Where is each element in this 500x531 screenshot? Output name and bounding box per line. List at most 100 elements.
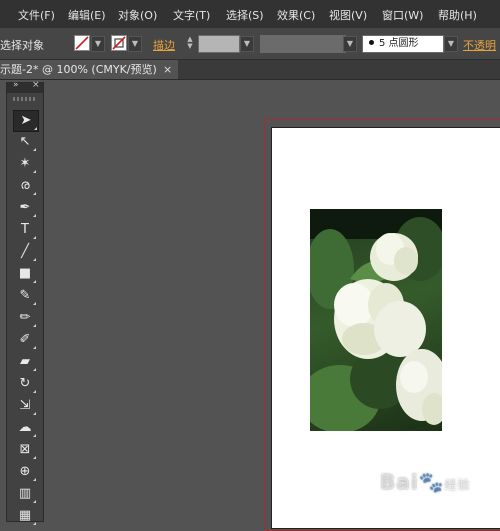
flyout-indicator-icon [33,390,36,393]
flyout-indicator-icon [33,148,36,151]
fill-color-swatch[interactable] [74,35,90,51]
no-fill-icon [75,36,89,50]
document-tab-title: 示题-2* @ 100% (CMYK/预览) [0,63,157,76]
rotate-icon: ↻ [19,376,31,391]
pen-tool[interactable]: ✒ [13,198,37,218]
graph-icon: ▥ [18,486,32,501]
flyout-indicator-icon [33,522,36,525]
brush-dot-icon [369,40,374,45]
paintbrush-icon: ✎ [19,288,31,303]
flyout-indicator-icon [33,324,36,327]
rectangle-icon: ■ [18,266,32,281]
menu-window[interactable]: 窗口(W) [382,7,423,23]
menu-view[interactable]: 视图(V) [329,7,367,23]
eraser-icon: ▰ [20,354,30,369]
blob-brush-tool[interactable]: ✐ [13,330,37,350]
type-icon: T [21,222,29,237]
placed-flower-image[interactable] [310,209,442,431]
flyout-indicator-icon [33,280,36,283]
direct-selection-tool[interactable]: ↖ [13,132,37,152]
profile-dropdown-arrow[interactable]: ▼ [343,36,357,52]
scale-icon: ⇲ [19,398,31,413]
menu-help[interactable]: 帮助(H) [438,7,477,23]
pencil-icon: ✏ [19,310,31,325]
flyout-indicator-icon [33,302,36,305]
flyout-indicator-icon [33,236,36,239]
collapse-panel-icon[interactable]: » [13,80,19,90]
menu-edit[interactable]: 编辑(E) [68,7,106,23]
stroke-label[interactable]: 描边 [153,37,175,53]
document-tab-bar: 示题-2* @ 100% (CMYK/预览) × [0,60,500,80]
selection-tool[interactable]: ➤ [13,110,39,132]
stroke-color-swatch[interactable] [111,35,127,51]
watermark: Bai🐾经验 [380,470,471,494]
mesh-tool[interactable]: ▦ [13,506,37,526]
line-tool[interactable]: ╱ [13,242,37,262]
shape-builder-tool[interactable]: ⊕ [13,462,37,482]
flyout-indicator-icon [33,192,36,195]
stroke-weight-dropdown[interactable]: ▼ [240,36,254,52]
magic-wand-tool[interactable]: ✶ [13,154,37,174]
no-stroke-icon [112,36,126,50]
rectangle-tool[interactable]: ■ [13,264,37,284]
lasso-icon: ര [20,178,30,193]
flyout-indicator-icon [33,214,36,217]
mesh-icon: ▦ [18,508,32,523]
stroke-weight-input[interactable] [198,35,240,53]
pencil-tool[interactable]: ✏ [13,308,37,328]
tools-panel-header[interactable]: » × [7,80,43,93]
paw-logo-icon: 🐾 [418,470,445,494]
type-tool[interactable]: T [13,220,37,240]
magic-wand-icon: ✶ [19,156,31,171]
rotate-tool[interactable]: ↻ [13,374,37,394]
selection-status-label: 选择对象 [0,39,44,52]
graph-tool[interactable]: ▥ [13,484,37,504]
direct-selection-icon: ↖ [19,134,31,149]
flyout-indicator-icon [33,170,36,173]
tools-panel: » × ➤ ↖ ✶ ര ✒ T ╱ ■ ✎ ✏ ✐ ▰ ↻ ⇲ ☁ ⊠ ⊕ ▥ ▦ [6,80,44,525]
flyout-indicator-icon [33,478,36,481]
opacity-label[interactable]: 不透明 [463,37,496,53]
watermark-brand: Bai [380,470,419,494]
menu-object[interactable]: 对象(O) [118,7,157,23]
flyout-indicator-icon [33,456,36,459]
brush-definition-label: 5 点圆形 [379,38,419,49]
flyout-indicator-icon [33,500,36,503]
stroke-dropdown-arrow[interactable]: ▼ [128,36,142,52]
warp-icon: ☁ [18,420,32,435]
eraser-tool[interactable]: ▰ [13,352,37,372]
brush-dropdown-arrow[interactable]: ▼ [444,36,458,52]
line-icon: ╱ [21,244,29,259]
shape-builder-icon: ⊕ [19,464,31,479]
menu-select[interactable]: 选择(S) [226,7,264,23]
panel-grip[interactable] [13,97,37,101]
flyout-indicator-icon [34,127,37,130]
flyout-indicator-icon [33,258,36,261]
warp-tool[interactable]: ☁ [13,418,37,438]
blob-brush-icon: ✐ [19,332,31,347]
watermark-suffix: 经验 [444,478,471,492]
close-panel-icon[interactable]: × [32,80,40,90]
flyout-indicator-icon [33,434,36,437]
menu-type[interactable]: 文字(T) [173,7,210,23]
menu-file[interactable]: 文件(F) [18,7,55,23]
control-bar: 选择对象 ▼ ▼ 描边 ▲ ▼ ▼ ▼ 5 点圆形 ▼ 不透明 [0,28,500,60]
lasso-tool[interactable]: ര [13,176,37,196]
flyout-indicator-icon [33,412,36,415]
document-tab[interactable]: 示题-2* @ 100% (CMYK/预览) × [0,60,178,79]
free-transform-icon: ⊠ [19,442,31,457]
menu-effect[interactable]: 效果(C) [277,7,315,23]
pen-icon: ✒ [19,200,31,215]
flyout-indicator-icon [33,368,36,371]
close-tab-icon[interactable]: × [163,60,172,79]
menu-bar: 文件(F) 编辑(E) 对象(O) 文字(T) 选择(S) 效果(C) 视图(V… [0,0,500,29]
selection-icon: ➤ [20,113,32,128]
scale-tool[interactable]: ⇲ [13,396,37,416]
paintbrush-tool[interactable]: ✎ [13,286,37,306]
flyout-indicator-icon [33,346,36,349]
stroke-weight-stepper[interactable]: ▲ ▼ [185,36,195,50]
variable-width-profile-select[interactable] [260,35,346,53]
free-transform-tool[interactable]: ⊠ [13,440,37,460]
brush-definition-select[interactable]: 5 点圆形 [362,35,444,53]
fill-dropdown-arrow[interactable]: ▼ [91,36,105,52]
